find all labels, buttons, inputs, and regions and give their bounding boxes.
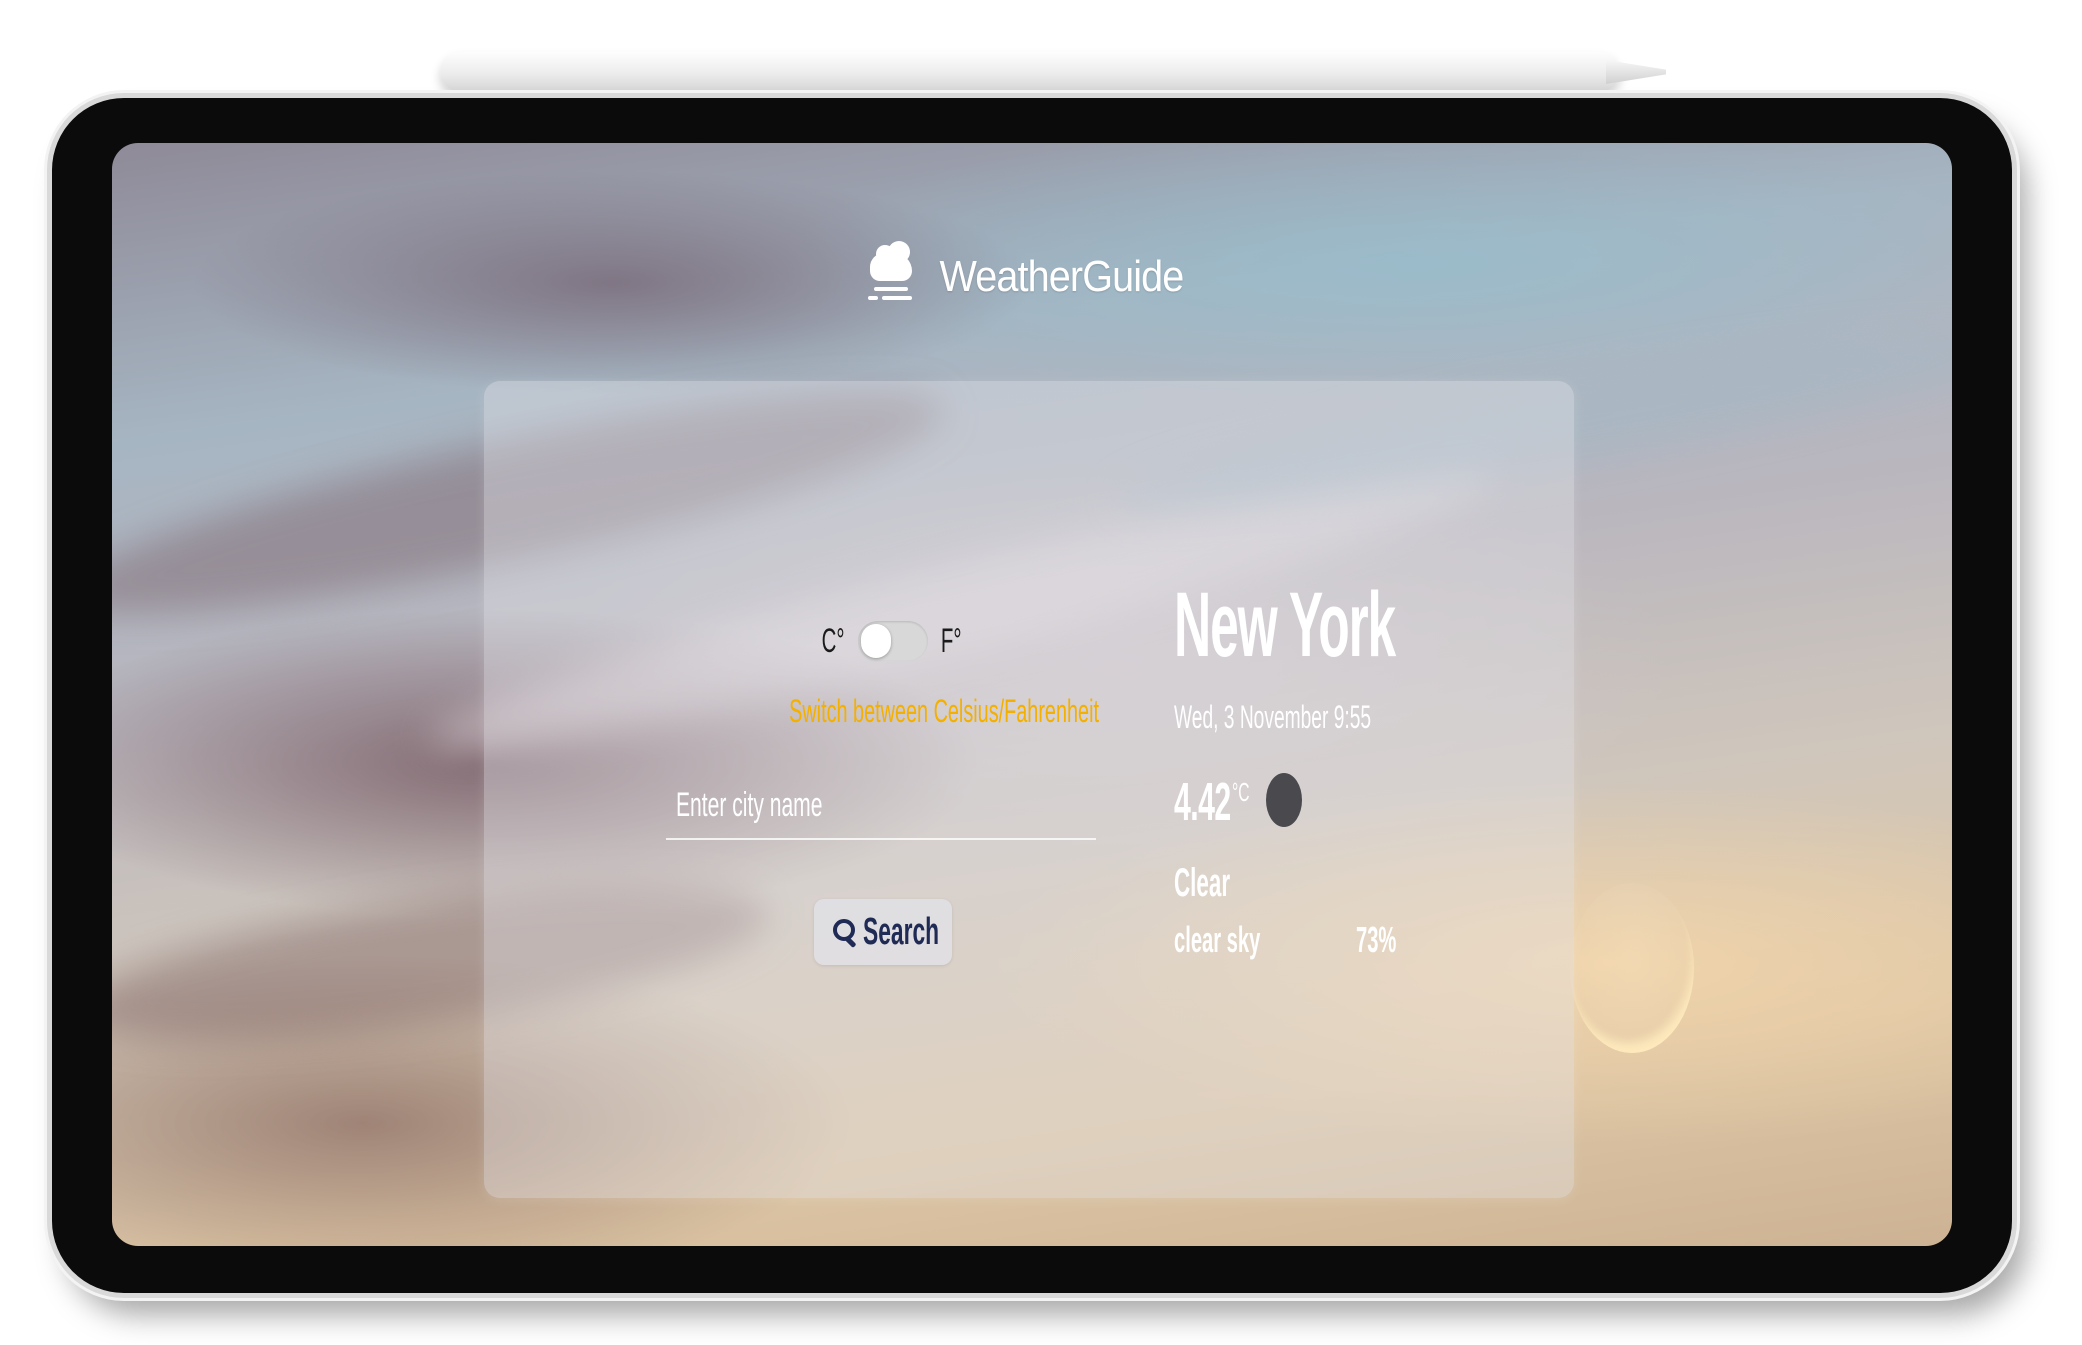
city-search-input[interactable] — [666, 776, 1096, 840]
search-icon — [833, 919, 857, 949]
temperature-unit: °C — [1232, 777, 1250, 807]
moon-crescent — [1570, 883, 1694, 1053]
weather-condition-icon — [1266, 773, 1302, 827]
temperature-row: 4.42 °C — [1174, 771, 1302, 832]
toggle-knob — [861, 624, 892, 658]
unit-switch-hint: Switch between Celsius/Fahrenheit — [789, 693, 1099, 729]
unit-switch-row: C° F° — [814, 621, 969, 661]
brand-title: WeatherGuide — [939, 252, 1184, 301]
fahrenheit-label: F° — [941, 621, 962, 660]
tablet-frame: WeatherGuide C° F° Switch between Celsiu… — [52, 98, 2012, 1293]
humidity-value: 73% — [1356, 919, 1397, 960]
cloud-icon — [867, 241, 914, 303]
weather-description: clear sky — [1174, 919, 1261, 960]
temperature-value: 4.42 — [1174, 772, 1231, 832]
weather-card: C° F° Switch between Celsius/Fahrenheit … — [484, 381, 1574, 1198]
app-screen: WeatherGuide C° F° Switch between Celsiu… — [112, 143, 1952, 1246]
search-button-label: Search — [863, 910, 940, 953]
celsius-label: C° — [821, 621, 845, 660]
search-button[interactable]: Search — [814, 899, 952, 965]
unit-toggle[interactable] — [858, 621, 929, 661]
city-name: New York — [1174, 574, 1396, 676]
date-time: Wed, 3 November 9:55 — [1174, 699, 1372, 735]
stylus — [440, 52, 1666, 92]
weather-condition: Clear — [1174, 861, 1231, 905]
device-mockup: WeatherGuide C° F° Switch between Celsiu… — [0, 0, 2082, 1345]
stylus-tip — [1606, 60, 1666, 84]
brand-header: WeatherGuide — [112, 241, 1952, 303]
